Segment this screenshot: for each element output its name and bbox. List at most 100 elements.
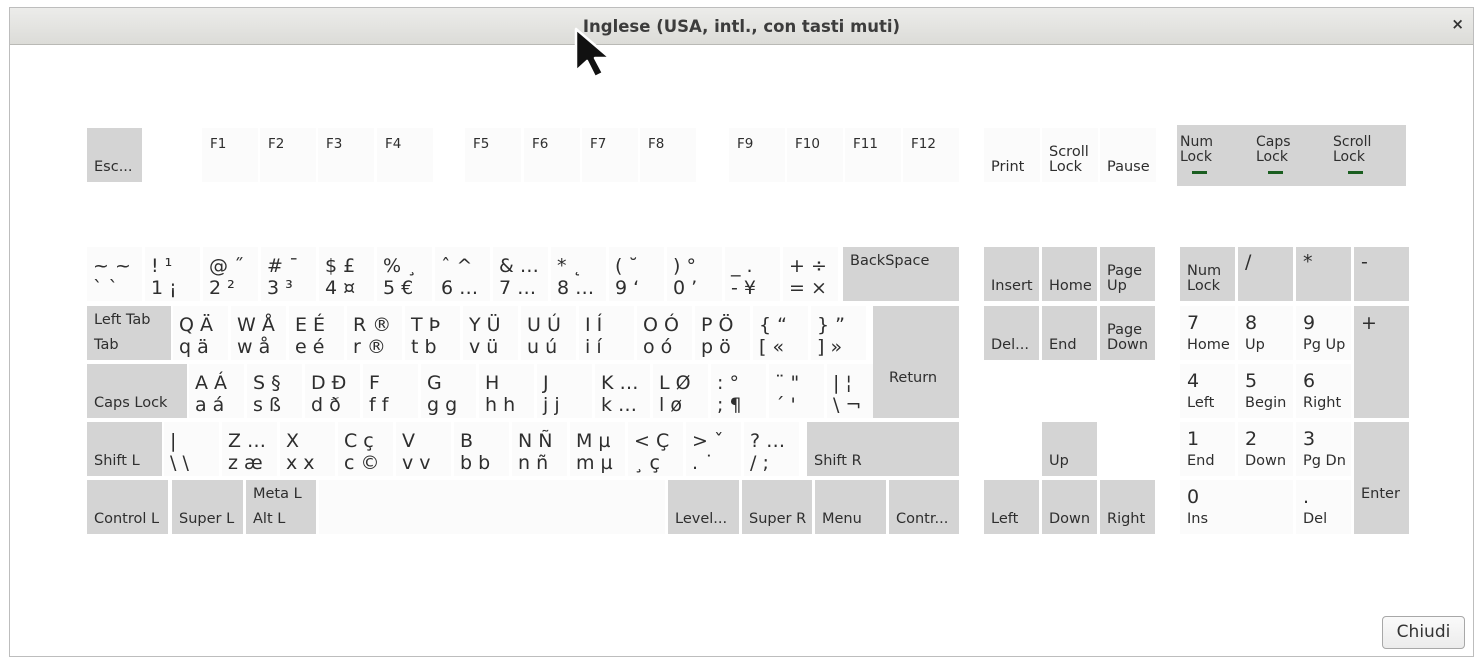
key-np-2[interactable]: 2 Down (1238, 422, 1293, 476)
key-row1-7[interactable]: & … 7 … (493, 247, 548, 301)
key-row3-3[interactable]: Ff f (363, 364, 418, 418)
key-f5[interactable]: F5 (465, 128, 521, 182)
key-row4-0[interactable]: | \ \ (164, 422, 219, 476)
key-np-minus[interactable]: - (1354, 247, 1409, 301)
key-row4-7[interactable]: M µm µ (570, 422, 625, 476)
key-row4-9[interactable]: > ˇ. ˙ (686, 422, 741, 476)
key-row1-11[interactable]: _ .- ¥ (725, 247, 780, 301)
key-row2-2[interactable]: E Ée é (289, 306, 344, 360)
key-row1-9[interactable]: ( ˘ 9 ‘ (609, 247, 664, 301)
key-row3-9[interactable]: : °; ¶ (711, 364, 766, 418)
key-np-5[interactable]: 5 Begin (1238, 364, 1293, 418)
key-print[interactable]: Print (984, 128, 1040, 182)
key-row2-5[interactable]: Y Üv ü (463, 306, 518, 360)
key-backspace[interactable]: BackSpace (843, 247, 959, 301)
key-row2-1[interactable]: W Åw å (231, 306, 286, 360)
key-home[interactable]: Home (1042, 247, 1097, 301)
key-np-0[interactable]: 0 Ins (1180, 480, 1293, 534)
key-row4-2[interactable]: Xx x (280, 422, 335, 476)
title-bar[interactable]: Inglese (USA, intl., con tasti muti) × (10, 8, 1473, 45)
key-row1-3[interactable]: # ¯ 3 ³ (261, 247, 316, 301)
key-shift-r[interactable]: Shift R (807, 422, 959, 476)
key-row4-4[interactable]: Vv v (396, 422, 451, 476)
key-f2[interactable]: F2 (260, 128, 316, 182)
key-np-multiply[interactable]: * (1296, 247, 1351, 301)
key-super-r[interactable]: Super R (742, 480, 812, 534)
key-row3-0[interactable]: A Áa á (189, 364, 244, 418)
key-menu[interactable]: Menu (815, 480, 886, 534)
key-f9[interactable]: F9 (729, 128, 785, 182)
key-page-up[interactable]: Page Up (1100, 247, 1155, 301)
close-button[interactable]: Chiudi (1382, 616, 1465, 649)
key-space[interactable] (319, 480, 665, 534)
key-np-1[interactable]: 1 End (1180, 422, 1235, 476)
key-scroll-lock[interactable]: Scroll Lock (1042, 128, 1098, 182)
key-left[interactable]: Left (984, 480, 1039, 534)
key-row1-4[interactable]: $ £4 ¤ (319, 247, 374, 301)
key-np-7[interactable]: 7 Home (1180, 306, 1235, 360)
key-row2-8[interactable]: O Óo ó (637, 306, 692, 360)
key-tab[interactable]: Left Tab Tab (87, 306, 171, 360)
key-row4-8[interactable]: < Ç ¸ ç (628, 422, 683, 476)
key-row1-8[interactable]: * ˛ 8 … (551, 247, 606, 301)
key-np-decimal[interactable]: . Del (1296, 480, 1351, 534)
key-row3-6[interactable]: Jj j (537, 364, 592, 418)
key-row3-4[interactable]: Gg g (421, 364, 476, 418)
key-row2-3[interactable]: R ® r ® (347, 306, 402, 360)
key-alt-l[interactable]: Meta L Alt L (246, 480, 316, 534)
key-delete[interactable]: Del... (984, 306, 1039, 360)
key-row4-3[interactable]: C çc © (338, 422, 393, 476)
key-row1-10[interactable]: ) ° 0 ’ (667, 247, 722, 301)
key-up[interactable]: Up (1042, 422, 1097, 476)
key-control-r[interactable]: Contr... (889, 480, 959, 534)
key-escape[interactable]: Esc... (87, 128, 142, 182)
key-row2-4[interactable]: T Þt b (405, 306, 460, 360)
key-row2-11[interactable]: } ”] » (811, 306, 866, 360)
key-row2-0[interactable]: Q Äq ä (173, 306, 228, 360)
key-return[interactable]: Return (873, 306, 959, 418)
key-np-3[interactable]: 3 Pg Dn (1296, 422, 1351, 476)
key-row4-5[interactable]: Bb b (454, 422, 509, 476)
key-row1-12[interactable]: + ÷ = × (783, 247, 838, 301)
key-row3-5[interactable]: Hh h (479, 364, 534, 418)
key-np-8[interactable]: 8 Up (1238, 306, 1293, 360)
key-row3-10[interactable]: ¨ " ´ ' (769, 364, 824, 418)
key-level3[interactable]: Level... (668, 480, 739, 534)
key-np-enter[interactable]: Enter (1354, 422, 1409, 534)
key-f8[interactable]: F8 (640, 128, 696, 182)
key-row4-1[interactable]: Z … z æ (222, 422, 277, 476)
key-f3[interactable]: F3 (318, 128, 374, 182)
key-row4-10[interactable]: ? … / ; (744, 422, 799, 476)
key-row2-7[interactable]: I Íi í (579, 306, 634, 360)
key-np-9[interactable]: 9 Pg Up (1296, 306, 1351, 360)
key-shift-l[interactable]: Shift L (87, 422, 162, 476)
key-row1-2[interactable]: @ ˝ 2 ² (203, 247, 258, 301)
key-f6[interactable]: F6 (524, 128, 580, 182)
key-row3-7[interactable]: K … k … (595, 364, 650, 418)
key-f12[interactable]: F12 (903, 128, 959, 182)
key-row1-0[interactable]: ~ ~ ` ` (87, 247, 142, 301)
key-super-l[interactable]: Super L (172, 480, 243, 534)
key-f1[interactable]: F1 (202, 128, 258, 182)
key-f4[interactable]: F4 (377, 128, 433, 182)
key-f11[interactable]: F11 (845, 128, 901, 182)
key-end[interactable]: End (1042, 306, 1097, 360)
key-row3-1[interactable]: S § s ß (247, 364, 302, 418)
key-page-down[interactable]: Page Down (1100, 306, 1155, 360)
key-np-6[interactable]: 6 Right (1296, 364, 1351, 418)
key-pause[interactable]: Pause (1100, 128, 1156, 182)
key-f7[interactable]: F7 (582, 128, 638, 182)
key-np-plus[interactable]: + (1354, 306, 1409, 418)
key-row1-1[interactable]: ! ¹1 ¡ (145, 247, 200, 301)
key-row1-6[interactable]: ˆ ^ 6 … (435, 247, 490, 301)
key-control-l[interactable]: Control L (87, 480, 168, 534)
key-down[interactable]: Down (1042, 480, 1097, 534)
key-np-divide[interactable]: / (1238, 247, 1293, 301)
key-row1-5[interactable]: % ¸ 5 € (377, 247, 432, 301)
key-insert[interactable]: Insert (984, 247, 1039, 301)
key-row2-10[interactable]: { “[ « (753, 306, 808, 360)
key-row2-9[interactable]: P Öp ö (695, 306, 750, 360)
key-row4-6[interactable]: N Ñn ñ (512, 422, 567, 476)
key-row3-2[interactable]: D Đd ð (305, 364, 360, 418)
key-f10[interactable]: F10 (787, 128, 843, 182)
